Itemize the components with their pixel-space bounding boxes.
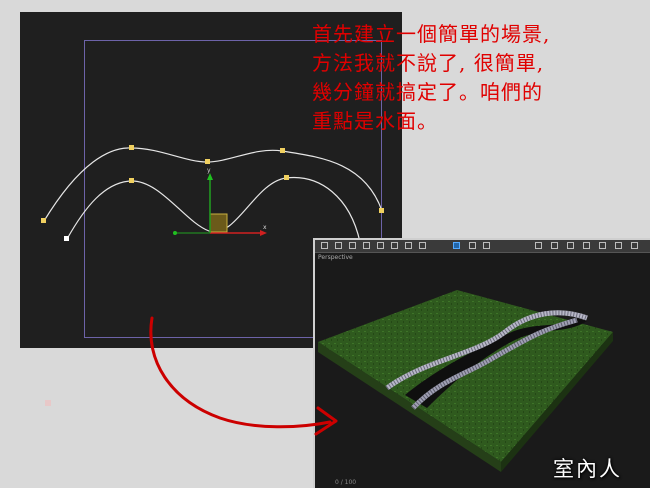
vertex [129,178,134,183]
vertex [379,208,384,213]
timeline-status: 0 / 100 [335,479,357,486]
watermark-logo: 室內人 [553,457,622,481]
vertex [64,236,69,241]
annotation-line: 重點是水面。 [312,109,438,133]
outer-spline [43,147,383,222]
perspective-viewport[interactable]: Perspective 0 / 100 [313,238,650,488]
vertex [129,145,134,150]
scene-canvas[interactable] [315,240,650,488]
faint-mark [45,400,51,406]
annotation-line: 首先建立一個簡單的場景, [312,22,551,46]
vertex [284,175,289,180]
vertex [205,159,210,164]
annotation-line: 方法我就不說了, 很簡單, [312,51,545,75]
vertex [280,148,285,153]
vertex [41,218,46,223]
annotation-text: 首先建立一個簡單的場景, 方法我就不說了, 很簡單, 幾分鐘就搞定了。咱們的 重… [312,20,642,136]
annotation-line: 幾分鐘就搞定了。咱們的 [312,80,543,104]
axis-y-label: y [207,167,211,174]
page: { "annotation": { "lines": [ "首先建立一個簡單的場… [0,0,650,488]
axis-x-label: x [263,224,267,231]
